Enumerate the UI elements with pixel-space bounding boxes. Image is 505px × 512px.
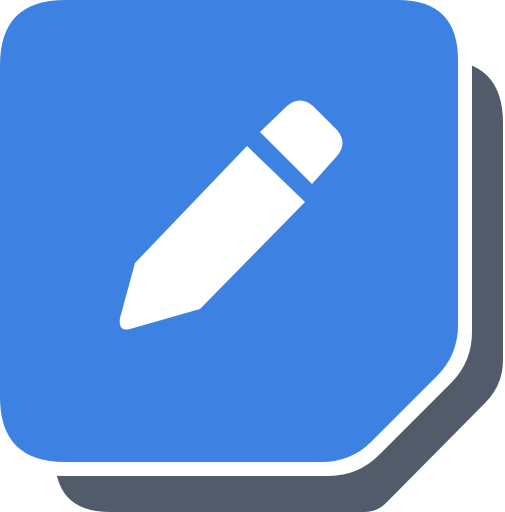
edit-app-icon[interactable] (0, 0, 505, 512)
app-icon-stage (0, 0, 505, 512)
